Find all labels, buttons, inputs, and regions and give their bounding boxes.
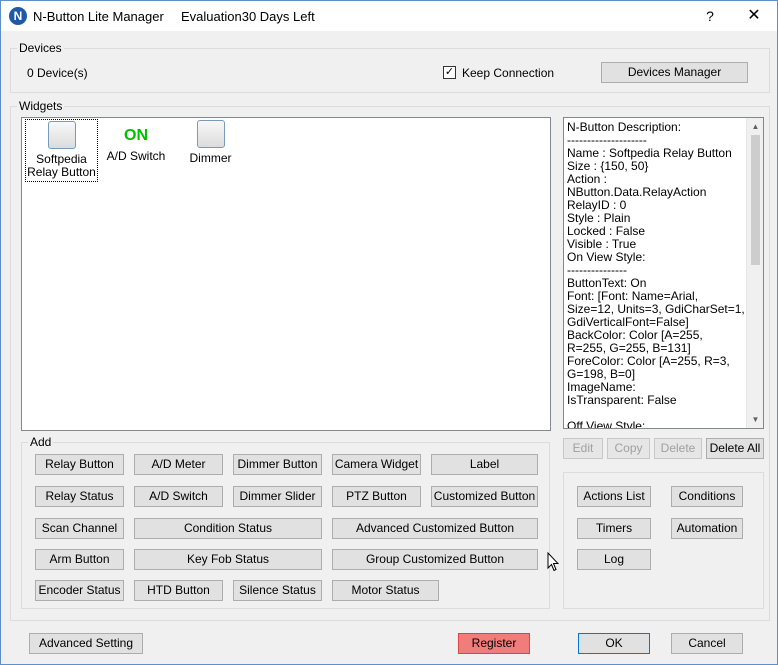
add-relay-button[interactable]: Relay Button <box>35 454 124 475</box>
scroll-down-icon[interactable]: ▼ <box>747 411 763 428</box>
device-count: 0 Device(s) <box>27 66 88 80</box>
button-square-icon <box>47 121 76 149</box>
add-ptz-button[interactable]: PTZ Button <box>332 486 421 507</box>
add-htd-button[interactable]: HTD Button <box>134 580 223 601</box>
add-relay-status[interactable]: Relay Status <box>35 486 124 507</box>
log-button[interactable]: Log <box>577 549 651 570</box>
copy-button[interactable]: Copy <box>607 438 650 459</box>
add-ad-meter[interactable]: A/D Meter <box>134 454 223 475</box>
add-scan-channel[interactable]: Scan Channel <box>35 518 124 539</box>
widget-canvas[interactable]: Softpedia Relay Button ON A/D Switch Dim… <box>21 117 551 431</box>
title-bar[interactable]: N N-Button Lite Manager Evaluation30 Day… <box>1 1 777 31</box>
mouse-cursor-icon <box>547 552 559 572</box>
description-text: N-Button Description: ------------------… <box>567 120 745 429</box>
description-panel[interactable]: N-Button Description: ------------------… <box>563 117 764 429</box>
devices-group: Devices 0 Device(s) ✓ Keep Connection De… <box>10 41 770 93</box>
widget-ad-switch[interactable]: ON A/D Switch <box>102 124 170 163</box>
add-dimmer-button[interactable]: Dimmer Button <box>233 454 322 475</box>
button-square-icon <box>196 120 225 148</box>
timers-button[interactable]: Timers <box>577 518 651 539</box>
delete-button[interactable]: Delete <box>654 438 702 459</box>
add-condition-status[interactable]: Condition Status <box>134 518 322 539</box>
scroll-thumb[interactable] <box>751 135 760 265</box>
add-customized-button[interactable]: Customized Button <box>431 486 538 507</box>
description-scrollbar[interactable]: ▲ ▼ <box>746 118 763 428</box>
devices-manager-button[interactable]: Devices Manager <box>601 62 748 83</box>
add-motor-status[interactable]: Motor Status <box>332 580 439 601</box>
add-encoder-status[interactable]: Encoder Status <box>35 580 124 601</box>
widgets-legend: Widgets <box>17 99 65 113</box>
add-group-customized-button[interactable]: Group Customized Button <box>332 549 538 570</box>
main-window: N N-Button Lite Manager Evaluation30 Day… <box>0 0 778 665</box>
actions-list-button[interactable]: Actions List <box>577 486 651 507</box>
widget-softpedia-relay-button[interactable]: Softpedia Relay Button <box>25 119 98 182</box>
widget-label: A/D Switch <box>106 149 166 163</box>
add-arm-button[interactable]: Arm Button <box>35 549 124 570</box>
add-key-fob-status[interactable]: Key Fob Status <box>134 549 322 570</box>
widget-dimmer[interactable]: Dimmer <box>182 120 239 165</box>
close-icon[interactable]: ✕ <box>731 1 777 31</box>
add-legend: Add <box>28 435 54 449</box>
keep-connection-checkbox[interactable]: ✓ <box>443 66 456 79</box>
add-label[interactable]: Label <box>431 454 538 475</box>
add-dimmer-slider[interactable]: Dimmer Slider <box>233 486 322 507</box>
on-indicator: ON <box>124 127 148 144</box>
automation-button[interactable]: Automation <box>671 518 743 539</box>
scroll-up-icon[interactable]: ▲ <box>747 118 763 135</box>
evaluation-status: Evaluation30 Days Left <box>181 9 315 24</box>
devices-legend: Devices <box>17 41 64 55</box>
app-logo-icon: N <box>9 7 27 25</box>
widget-label: Dimmer <box>189 151 232 165</box>
advanced-setting-button[interactable]: Advanced Setting <box>29 633 143 654</box>
help-icon[interactable]: ? <box>687 1 733 31</box>
add-ad-switch[interactable]: A/D Switch <box>134 486 223 507</box>
conditions-button[interactable]: Conditions <box>671 486 743 507</box>
window-title: N-Button Lite Manager <box>33 9 164 24</box>
register-button[interactable]: Register <box>458 633 530 654</box>
cancel-button[interactable]: Cancel <box>671 633 743 654</box>
keep-connection-label: Keep Connection <box>462 66 555 80</box>
widget-label: Softpedia Relay Button <box>27 152 96 179</box>
add-silence-status[interactable]: Silence Status <box>233 580 322 601</box>
add-camera-widget[interactable]: Camera Widget <box>332 454 421 475</box>
add-advanced-customized-button[interactable]: Advanced Customized Button <box>332 518 538 539</box>
ok-button[interactable]: OK <box>578 633 650 654</box>
delete-all-button[interactable]: Delete All <box>706 438 764 459</box>
edit-button[interactable]: Edit <box>563 438 603 459</box>
